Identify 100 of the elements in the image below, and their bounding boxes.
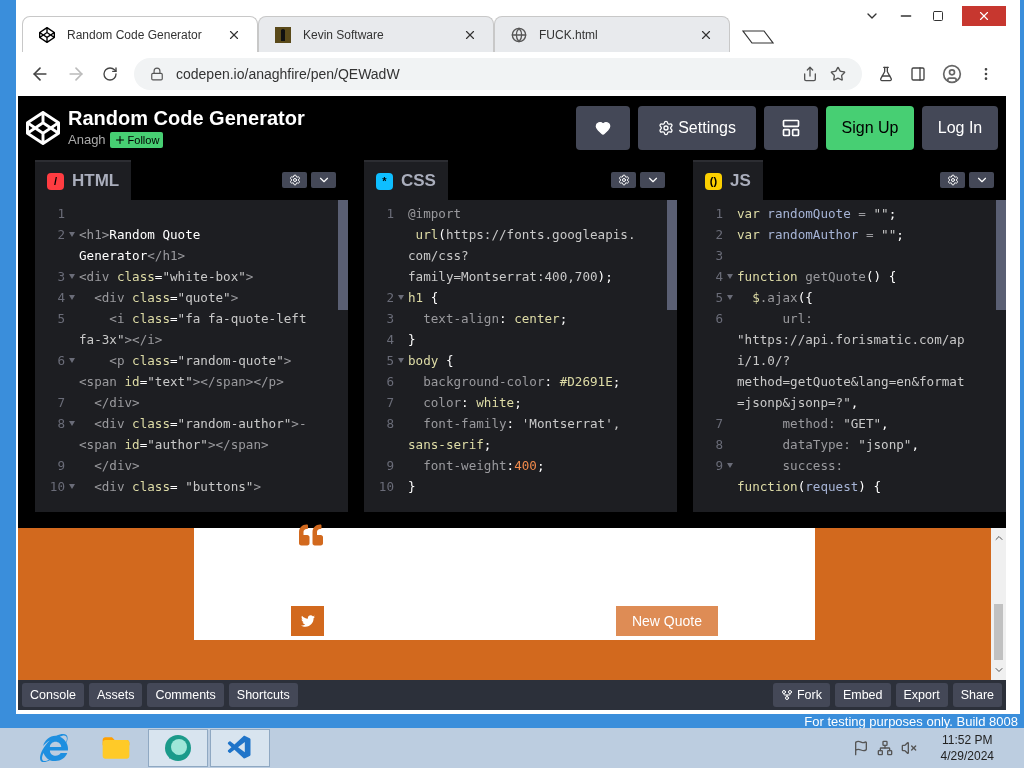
line-number: 2 — [57, 226, 65, 244]
code-line: =jsonp&jsonp=?", — [737, 394, 859, 412]
share-icon[interactable] — [802, 66, 818, 82]
collapse-button[interactable] — [969, 172, 994, 188]
fold-arrow-icon[interactable] — [69, 358, 75, 363]
maximize-icon[interactable] — [932, 10, 944, 22]
code-line: sans-serif; — [408, 436, 492, 454]
code-line: method=getQuote&lang=en&format — [737, 373, 965, 391]
collapse-button[interactable] — [311, 172, 336, 188]
code-line: success: — [781, 457, 844, 475]
muted-speaker-icon[interactable] — [900, 740, 917, 756]
scrollbar-thumb[interactable] — [338, 200, 348, 310]
editor-title: CSS — [401, 170, 436, 193]
editor-settings-button[interactable] — [282, 172, 307, 188]
settings-icon — [658, 120, 675, 136]
heart-button[interactable] — [576, 106, 631, 150]
profile-icon[interactable] — [942, 64, 962, 84]
fold-arrow-icon[interactable] — [727, 295, 733, 300]
browser-tab[interactable]: Kevin Software — [258, 16, 494, 52]
line-number: 3 — [715, 247, 723, 265]
footer-button[interactable]: Comments — [147, 683, 224, 707]
line-number: 2 — [386, 289, 394, 307]
layout-button[interactable] — [764, 106, 818, 150]
pen-title: Random Code Generator — [68, 106, 305, 131]
network-icon[interactable] — [876, 740, 893, 756]
line-number: 8 — [715, 436, 723, 454]
editor-settings-button[interactable] — [940, 172, 965, 188]
clock-time[interactable]: 11:52 PM — [942, 732, 993, 748]
taskbar-app[interactable] — [148, 729, 208, 767]
fold-arrow-icon[interactable] — [727, 274, 733, 279]
cube-icon — [39, 26, 55, 43]
footer-button[interactable]: Embed — [834, 683, 891, 707]
sign-up-button[interactable]: Sign Up — [826, 106, 914, 150]
fold-arrow-icon[interactable] — [398, 358, 404, 363]
footer-button[interactable]: Assets — [88, 683, 143, 707]
log-in-button[interactable]: Log In — [922, 106, 998, 150]
plus-icon — [113, 134, 126, 146]
fold-arrow-icon[interactable] — [727, 463, 733, 468]
code-line: <span id="author"></span> — [79, 436, 269, 454]
bird-icon — [300, 614, 315, 628]
flag-icon[interactable] — [852, 740, 869, 756]
footer-button[interactable]: Share — [952, 683, 1002, 707]
code-line: <p class="random-quote"> — [108, 352, 292, 370]
browser-icon — [40, 734, 68, 762]
fold-arrow-icon[interactable] — [69, 421, 75, 426]
fold-arrow-icon[interactable] — [69, 232, 75, 237]
thumbnail-icon — [275, 26, 291, 43]
line-number: 7 — [386, 394, 394, 412]
line-number: 6 — [715, 310, 723, 328]
footer-button[interactable]: Export — [895, 683, 948, 707]
flask-icon[interactable] — [878, 66, 894, 82]
layout-icon — [781, 118, 801, 138]
side-panel-icon[interactable] — [910, 66, 926, 82]
fold-arrow-icon[interactable] — [398, 295, 404, 300]
code-line: fa-3x"></i> — [79, 331, 163, 349]
line-number: 5 — [57, 310, 65, 328]
fold-arrow-icon[interactable] — [69, 295, 75, 300]
new-tab-icon[interactable] — [742, 30, 774, 44]
reload-icon[interactable] — [102, 66, 118, 82]
line-number: 9 — [386, 457, 394, 475]
author-name: Anagh — [68, 131, 106, 150]
code-line: <i class="fa fa-quote-left — [108, 310, 307, 328]
line-number: 6 — [386, 373, 394, 391]
footer-button[interactable]: Shortcuts — [228, 683, 298, 707]
editor-settings-button[interactable] — [611, 172, 636, 188]
collapse-button[interactable] — [640, 172, 665, 188]
address-bar[interactable]: codepen.io/anaghfire/pen/QEWadW — [134, 58, 862, 90]
editor-title: JS — [730, 170, 751, 193]
settings-button[interactable]: Settings — [638, 106, 756, 150]
scrollbar-thumb[interactable] — [996, 200, 1006, 310]
code-line: font-weight:400; — [422, 457, 545, 475]
code-line: dataType: "jsonp", — [781, 436, 919, 454]
close-icon — [977, 9, 991, 23]
follow-button[interactable]: Follow — [109, 131, 164, 149]
scrollbar-thumb[interactable] — [667, 200, 677, 310]
star-icon[interactable] — [830, 66, 846, 82]
footer-button[interactable]: Console — [22, 683, 84, 707]
language-badge: () — [705, 172, 722, 190]
line-number: 3 — [386, 310, 394, 328]
url-text: codepen.io/anaghfire/pen/QEWadW — [176, 64, 401, 84]
line-number: 1 — [57, 205, 65, 223]
taskbar-app[interactable] — [210, 729, 270, 767]
line-number: 1 — [386, 205, 394, 223]
fold-arrow-icon[interactable] — [69, 274, 75, 279]
scrollbar-thumb[interactable] — [994, 604, 1003, 660]
code-line: var randomAuthor = ""; — [737, 226, 904, 244]
clock-date[interactable]: 4/29/2024 — [940, 748, 994, 764]
browser-tab[interactable]: FUCK.html — [494, 16, 730, 52]
code-line: method: "GET", — [781, 415, 889, 433]
lock-icon — [150, 67, 164, 81]
code-line: function getQuote() { — [737, 268, 897, 286]
code-line: function(request) { — [737, 478, 882, 496]
code-line: h1 { — [408, 289, 439, 307]
editor-title: HTML — [72, 170, 120, 193]
tab-title: Kevin Software — [303, 26, 385, 44]
code-line: <h1>Random Quote — [79, 226, 201, 244]
fold-arrow-icon[interactable] — [69, 484, 75, 489]
tweet-button[interactable] — [291, 606, 324, 636]
footer-button[interactable]: Fork — [772, 683, 830, 707]
browser-tab[interactable]: Random Code Generator — [22, 16, 258, 52]
